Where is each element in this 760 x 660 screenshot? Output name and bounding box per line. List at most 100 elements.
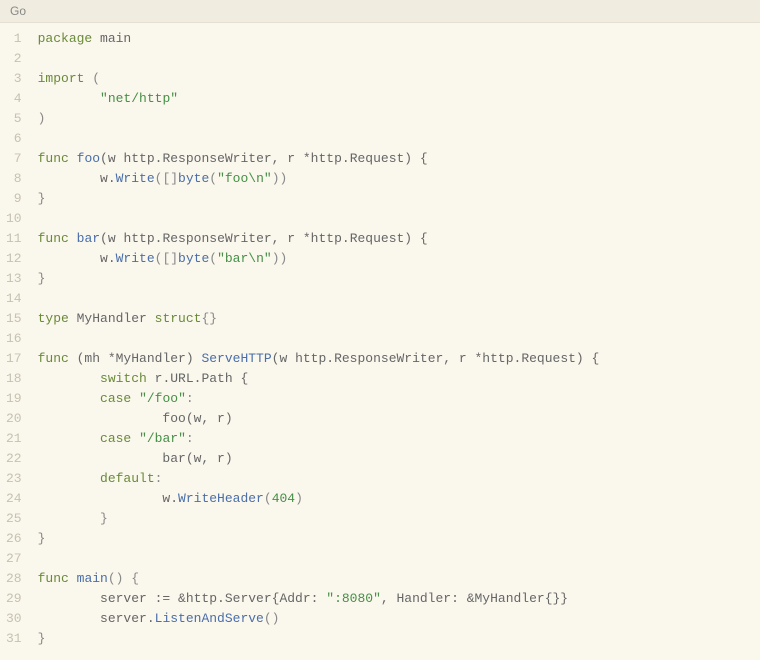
line-number: 18 <box>6 369 22 389</box>
line-number: 24 <box>6 489 22 509</box>
code-line: func foo(w http.ResponseWriter, r *http.… <box>38 149 600 169</box>
line-number: 14 <box>6 289 22 309</box>
token-pn <box>38 371 100 386</box>
token-kw: func <box>38 351 69 366</box>
line-number: 3 <box>6 69 22 89</box>
code-line: case "/foo": <box>38 389 600 409</box>
token-pn <box>38 391 100 406</box>
token-numc: 404 <box>272 491 295 506</box>
code-line: w.WriteHeader(404) <box>38 489 600 509</box>
code-line: func (mh *MyHandler) ServeHTTP(w http.Re… <box>38 349 600 369</box>
token-str: ":8080" <box>326 591 381 606</box>
token-kw: switch <box>100 371 147 386</box>
token-plain: w. <box>38 171 116 186</box>
code-line: } <box>38 269 600 289</box>
token-plain: w. <box>38 491 178 506</box>
token-id: Write <box>116 251 155 266</box>
token-id: bar <box>77 231 100 246</box>
code-line: package main <box>38 29 600 49</box>
code-line: server.ListenAndServe() <box>38 609 600 629</box>
code-line: func main() { <box>38 569 600 589</box>
token-plain: r.URL.Path { <box>147 371 248 386</box>
code-block[interactable]: package main import ( "net/http") func f… <box>30 23 600 655</box>
token-kw: default <box>100 471 155 486</box>
token-pn <box>69 231 77 246</box>
code-line: default: <box>38 469 600 489</box>
language-label: Go <box>10 4 26 18</box>
line-number: 30 <box>6 609 22 629</box>
line-number: 19 <box>6 389 22 409</box>
code-line: switch r.URL.Path { <box>38 369 600 389</box>
line-number: 25 <box>6 509 22 529</box>
token-kw: func <box>38 151 69 166</box>
token-plain: w. <box>38 251 116 266</box>
token-pn: ([] <box>155 171 178 186</box>
token-pn: ( <box>84 71 100 86</box>
token-pn: } <box>38 531 46 546</box>
code-line: server := &http.Server{Addr: ":8080", Ha… <box>38 589 600 609</box>
token-kw: type <box>38 311 69 326</box>
line-number: 15 <box>6 309 22 329</box>
line-number: 16 <box>6 329 22 349</box>
token-plain: (w http.ResponseWriter, r *http.Request)… <box>100 151 428 166</box>
code-line: type MyHandler struct{} <box>38 309 600 329</box>
token-pn: } <box>38 511 108 526</box>
token-plain: main <box>100 31 131 46</box>
token-id: byte <box>178 251 209 266</box>
line-number: 29 <box>6 589 22 609</box>
token-plain: (w http.ResponseWriter, r *http.Request)… <box>272 351 600 366</box>
token-id: ListenAndServe <box>155 611 264 626</box>
code-line <box>38 49 600 69</box>
code-line: } <box>38 189 600 209</box>
token-pn: : <box>186 391 194 406</box>
code-line: } <box>38 509 600 529</box>
token-pn <box>38 471 100 486</box>
code-line: foo(w, r) <box>38 409 600 429</box>
token-plain: bar(w, r) <box>38 451 233 466</box>
line-number: 17 <box>6 349 22 369</box>
token-str: "/bar" <box>139 431 186 446</box>
token-pn: ( <box>209 251 217 266</box>
token-plain: (mh *MyHandler) <box>69 351 202 366</box>
token-pn <box>69 151 77 166</box>
token-kw: import <box>38 71 85 86</box>
token-id: foo <box>77 151 100 166</box>
line-number: 10 <box>6 209 22 229</box>
token-id: Write <box>116 171 155 186</box>
token-kw: struct <box>155 311 202 326</box>
token-str: "net/http" <box>100 91 178 106</box>
token-pn <box>131 391 139 406</box>
code-line: func bar(w http.ResponseWriter, r *http.… <box>38 229 600 249</box>
language-header: Go <box>0 0 760 23</box>
line-number: 7 <box>6 149 22 169</box>
token-str: "foo\n" <box>217 171 272 186</box>
token-pn: () { <box>108 571 139 586</box>
token-id: byte <box>178 171 209 186</box>
line-number: 28 <box>6 569 22 589</box>
token-pn: : <box>186 431 194 446</box>
line-number: 12 <box>6 249 22 269</box>
line-number: 2 <box>6 49 22 69</box>
line-number: 1 <box>6 29 22 49</box>
token-pn <box>38 91 100 106</box>
token-pn: ( <box>209 171 217 186</box>
code-line <box>38 209 600 229</box>
token-kw: case <box>100 431 131 446</box>
line-number: 21 <box>6 429 22 449</box>
line-number: 20 <box>6 409 22 429</box>
token-pn: ) <box>295 491 303 506</box>
token-pn: )) <box>272 171 288 186</box>
token-pn: } <box>38 191 46 206</box>
token-str: "bar\n" <box>217 251 272 266</box>
token-pn <box>38 431 100 446</box>
line-number: 8 <box>6 169 22 189</box>
token-plain: server := &http.Server{Addr: <box>38 591 327 606</box>
token-pn <box>131 431 139 446</box>
token-id: WriteHeader <box>178 491 264 506</box>
code-line <box>38 549 600 569</box>
line-number: 6 <box>6 129 22 149</box>
token-str: "/foo" <box>139 391 186 406</box>
token-pn <box>92 31 100 46</box>
code-container: 1234567891011121314151617181920212223242… <box>0 23 760 655</box>
token-id: ServeHTTP <box>201 351 271 366</box>
